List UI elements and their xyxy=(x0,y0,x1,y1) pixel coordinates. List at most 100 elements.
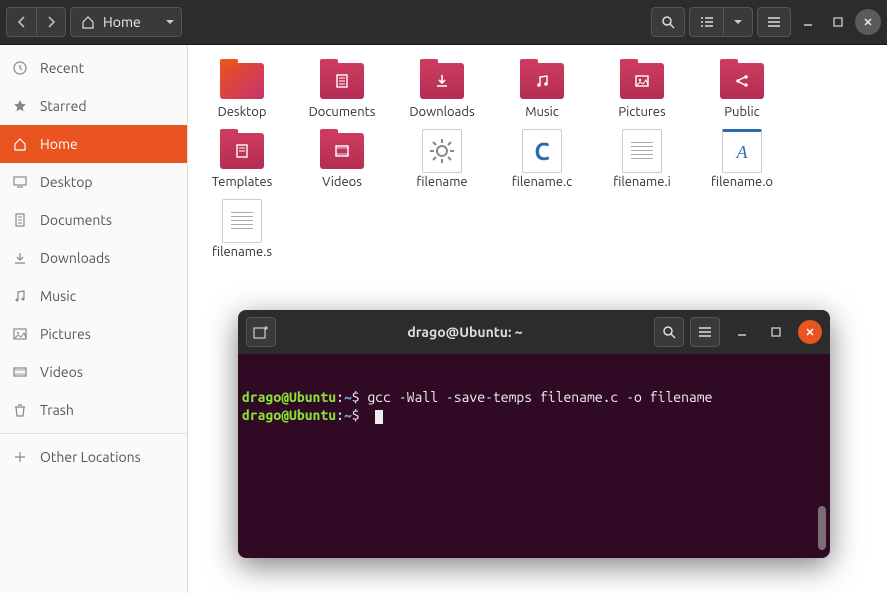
sidebar-item-trash[interactable]: Trash xyxy=(0,391,187,429)
file-label: Downloads xyxy=(409,105,474,119)
star-icon xyxy=(12,99,28,113)
file-label: Public xyxy=(724,105,759,119)
file-item[interactable]: Music xyxy=(496,57,588,123)
file-item[interactable]: Templates xyxy=(196,127,288,193)
terminal-maximize-button[interactable] xyxy=(764,320,788,344)
sidebar-item-documents[interactable]: Documents xyxy=(0,201,187,239)
sidebar-label: Documents xyxy=(40,212,112,228)
file-item[interactable]: filename xyxy=(396,127,488,193)
file-item[interactable]: Afilename.o xyxy=(696,127,788,193)
maximize-icon xyxy=(833,17,843,27)
back-button[interactable] xyxy=(6,7,36,37)
cursor xyxy=(375,410,383,424)
home-icon xyxy=(81,15,95,29)
nav-buttons xyxy=(6,7,66,37)
file-item[interactable]: Videos xyxy=(296,127,388,193)
trash-icon xyxy=(12,403,28,417)
sidebar: Recent Starred Home Desktop Documents Do… xyxy=(0,45,188,593)
triangle-down-icon xyxy=(165,19,175,25)
documents-icon xyxy=(12,213,28,227)
terminal-header[interactable]: drago@Ubuntu: ~ xyxy=(238,310,830,354)
terminal-menu-button[interactable] xyxy=(690,317,720,347)
pictures-icon xyxy=(12,327,28,341)
file-item[interactable]: filename.s xyxy=(196,197,288,263)
file-item[interactable]: filename.i xyxy=(596,127,688,193)
view-buttons xyxy=(689,7,753,37)
new-tab-button[interactable] xyxy=(246,317,276,347)
text-file-icon xyxy=(222,199,262,243)
new-tab-icon xyxy=(253,325,269,339)
sidebar-item-other-locations[interactable]: Other Locations xyxy=(0,438,187,476)
file-label: Documents xyxy=(309,105,376,119)
folder-icon xyxy=(220,133,264,169)
sidebar-label: Downloads xyxy=(40,250,110,266)
sidebar-item-desktop[interactable]: Desktop xyxy=(0,163,187,201)
terminal-title: drago@Ubuntu: ~ xyxy=(282,324,648,340)
music-icon xyxy=(12,289,28,303)
sidebar-label: Starred xyxy=(40,98,87,114)
minimize-button[interactable] xyxy=(795,9,821,35)
sidebar-item-starred[interactable]: Starred xyxy=(0,87,187,125)
plus-icon xyxy=(12,451,28,463)
file-item[interactable]: Cfilename.c xyxy=(496,127,588,193)
menu-icon xyxy=(698,326,712,338)
sidebar-item-downloads[interactable]: Downloads xyxy=(0,239,187,277)
file-label: filename xyxy=(416,175,467,189)
sidebar-item-videos[interactable]: Videos xyxy=(0,353,187,391)
home-icon xyxy=(12,137,28,151)
list-icon xyxy=(700,16,714,28)
folder-icon xyxy=(420,63,464,99)
c-file-icon: C xyxy=(522,129,562,173)
minimize-icon xyxy=(737,327,747,337)
path-bar[interactable]: Home xyxy=(70,7,182,37)
desktop-icon xyxy=(12,175,28,189)
maximize-button[interactable] xyxy=(825,9,851,35)
file-label: Templates xyxy=(212,175,273,189)
close-icon xyxy=(805,327,815,337)
maximize-icon xyxy=(771,327,781,337)
terminal-body[interactable]: drago@Ubuntu:~$ gcc -Wall -save-temps fi… xyxy=(238,354,830,558)
close-button[interactable] xyxy=(855,9,881,35)
file-item[interactable]: Desktop xyxy=(196,57,288,123)
path-label: Home xyxy=(103,14,141,30)
sidebar-item-recent[interactable]: Recent xyxy=(0,49,187,87)
terminal-scrollbar[interactable] xyxy=(818,506,826,550)
sidebar-item-pictures[interactable]: Pictures xyxy=(0,315,187,353)
folder-icon xyxy=(220,63,264,99)
object-file-icon: A xyxy=(722,129,762,173)
sidebar-item-home[interactable]: Home xyxy=(0,125,187,163)
file-item[interactable]: Public xyxy=(696,57,788,123)
terminal-close-button[interactable] xyxy=(798,320,822,344)
view-dropdown-button[interactable] xyxy=(723,7,753,37)
file-label: filename.o xyxy=(711,175,773,189)
sidebar-item-music[interactable]: Music xyxy=(0,277,187,315)
folder-icon xyxy=(320,63,364,99)
menu-icon xyxy=(767,16,781,28)
chevron-left-icon xyxy=(17,16,27,28)
file-item[interactable]: Downloads xyxy=(396,57,488,123)
clock-icon xyxy=(12,61,28,75)
chevron-right-icon xyxy=(46,16,56,28)
file-label: filename.s xyxy=(212,245,272,259)
file-item[interactable]: Pictures xyxy=(596,57,688,123)
terminal-search-button[interactable] xyxy=(654,317,684,347)
hamburger-button[interactable] xyxy=(757,7,791,37)
forward-button[interactable] xyxy=(36,7,66,37)
file-label: Music xyxy=(525,105,559,119)
terminal-minimize-button[interactable] xyxy=(730,320,754,344)
file-label: Pictures xyxy=(618,105,665,119)
sidebar-label: Recent xyxy=(40,60,84,76)
file-label: filename.c xyxy=(512,175,572,189)
list-view-button[interactable] xyxy=(689,7,723,37)
file-manager-header: Home xyxy=(0,0,887,45)
sidebar-label: Music xyxy=(40,288,76,304)
sidebar-label: Desktop xyxy=(40,174,93,190)
path-dropdown[interactable] xyxy=(165,19,175,25)
search-button[interactable] xyxy=(651,7,685,37)
downloads-icon xyxy=(12,251,28,265)
file-label: Desktop xyxy=(218,105,267,119)
file-item[interactable]: Documents xyxy=(296,57,388,123)
videos-icon xyxy=(12,365,28,379)
folder-icon xyxy=(620,63,664,99)
close-icon xyxy=(863,17,873,27)
